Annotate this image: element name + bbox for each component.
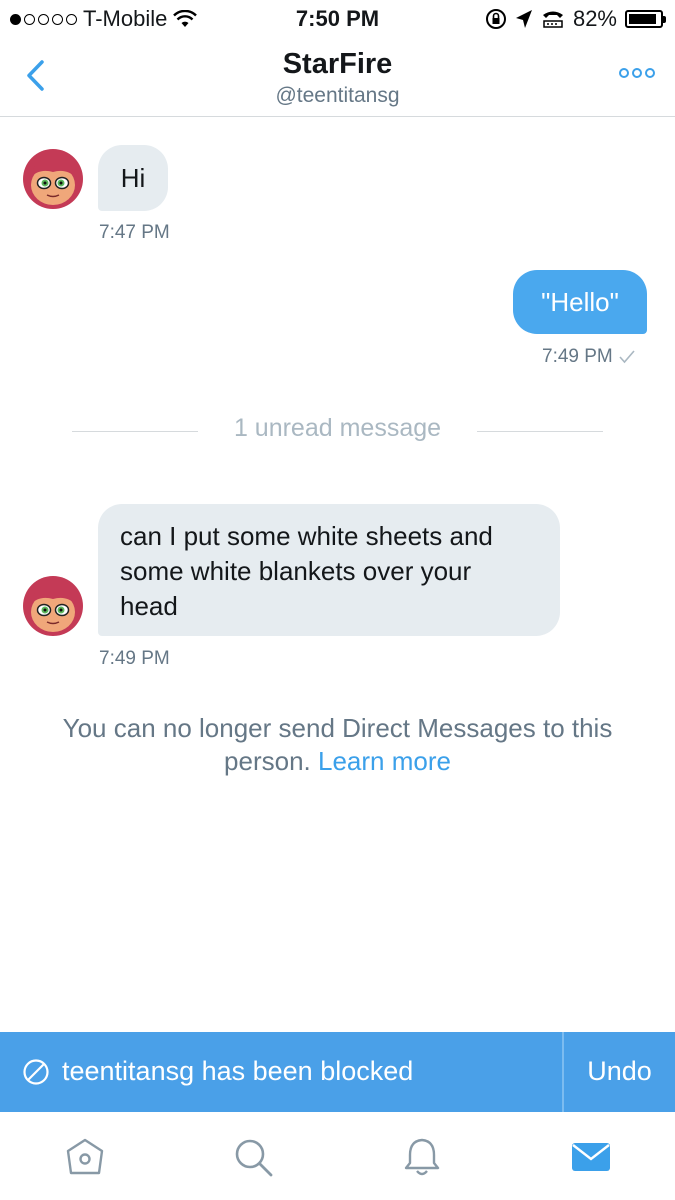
tab-search[interactable] [228,1132,278,1182]
divider-line [477,431,603,432]
check-icon [619,350,635,364]
tab-home[interactable] [60,1132,110,1182]
blocked-notice: You can no longer send Direct Messages t… [30,712,645,778]
mail-icon [572,1143,610,1171]
learn-more-link[interactable]: Learn more [318,746,451,776]
conversation-title[interactable]: StarFire [0,48,675,81]
avatar[interactable] [22,575,84,637]
notice-line: person. [224,746,311,776]
message-bubble-incoming[interactable]: can I put some white sheets and some whi… [98,504,560,636]
more-dots-icon [619,68,629,78]
tab-notifications[interactable] [397,1132,447,1182]
undo-button[interactable]: Undo [564,1056,675,1087]
message-timestamp: 7:49 PM [542,346,613,367]
message-text-line: can I put some white sheets and [120,521,493,551]
status-bar: T-Mobile 7:50 PM 82% [0,0,675,38]
rotation-lock-icon [485,9,506,29]
conversation-header: StarFire @teentitansg [0,38,675,117]
message-text: Hi [120,163,146,193]
location-icon [515,10,532,28]
bell-icon [404,1138,440,1176]
search-icon [235,1139,273,1177]
blocked-icon [23,1058,49,1085]
tab-messages[interactable] [566,1132,616,1182]
avatar[interactable] [22,148,84,210]
message-text: "Hello" [541,287,619,317]
conversation-handle[interactable]: @teentitansg [0,84,675,108]
message-text-line: some white blankets over your [120,556,472,586]
message-bubble-outgoing[interactable]: "Hello" [513,270,647,334]
tab-bar [0,1112,675,1200]
banner-message: teentitansg has been blocked [22,1056,413,1087]
blocked-banner: teentitansg has been blocked Undo [0,1032,675,1112]
battery-icon [625,10,666,28]
status-right: 82% [485,6,666,32]
message-bubble-incoming[interactable]: Hi [98,145,168,211]
tty-icon [542,11,563,28]
banner-text: teentitansg has been blocked [62,1056,414,1086]
unread-label: 1 unread message [233,414,442,442]
home-icon [66,1138,104,1175]
message-timestamp: 7:47 PM [99,222,170,243]
message-timestamp: 7:49 PM [99,648,170,669]
notice-line: You can no longer send Direct Messages t… [62,713,613,743]
message-text-line: head [120,591,178,621]
message-timestamp-row: 7:49 PM [542,346,635,368]
unread-divider: 1 unread message [0,410,675,450]
more-options-button[interactable] [619,68,655,78]
battery-percent: 82% [572,6,617,31]
